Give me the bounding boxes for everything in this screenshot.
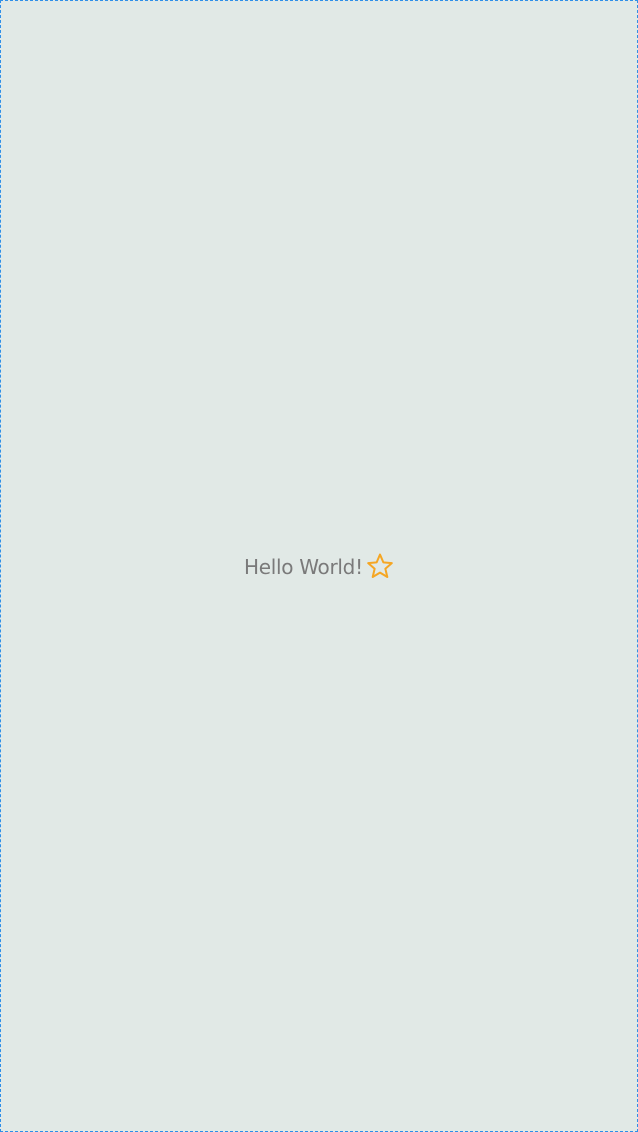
app-screen: Hello World!	[0, 0, 638, 1132]
greeting-row: Hello World!	[244, 551, 396, 583]
star-icon	[364, 551, 396, 583]
greeting-text: Hello World!	[244, 555, 363, 579]
